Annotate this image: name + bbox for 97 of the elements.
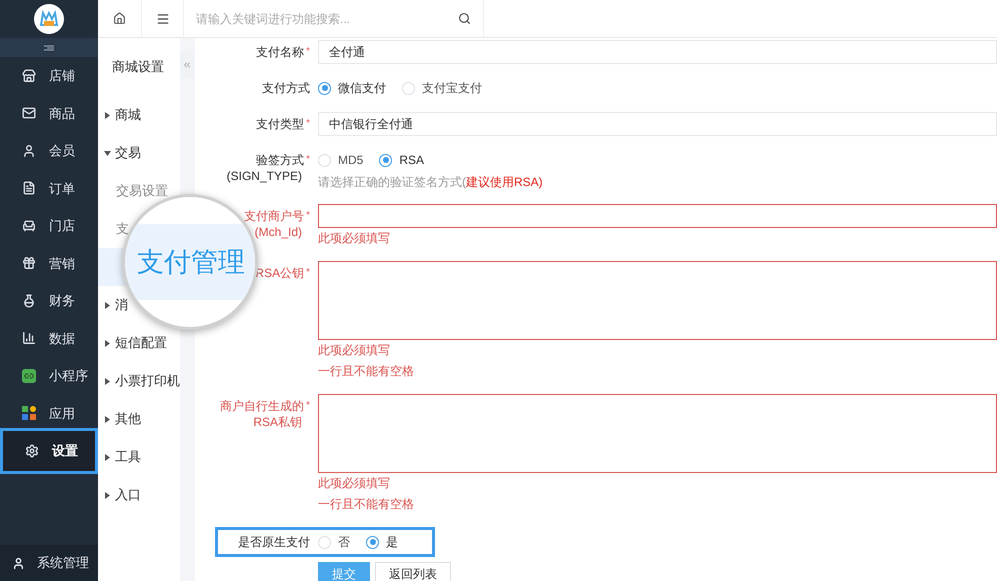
- caret-right-icon: [104, 112, 111, 118]
- sidebar-item[interactable]: 财务: [0, 282, 98, 320]
- submenu-title: 商城设置: [112, 58, 164, 76]
- back-button[interactable]: 返回列表: [375, 562, 451, 581]
- radio-label: MD5: [338, 152, 364, 169]
- sidebar-label: 商品: [49, 104, 75, 122]
- logo-icon: [34, 4, 64, 34]
- sidebar-label: 门店: [49, 217, 75, 235]
- sidebar-item[interactable]: 门店: [0, 207, 98, 244]
- sidebar-label: 小程序: [49, 367, 88, 385]
- caret-down-icon: [104, 150, 111, 156]
- error-message: 此项必须填写: [318, 475, 391, 492]
- required-mark: *: [306, 399, 310, 413]
- armchair-icon: [22, 218, 36, 233]
- sidebar-label: 设置: [52, 442, 78, 460]
- radio-label: 是: [386, 534, 398, 551]
- submenu-group[interactable]: 小票打印机: [98, 362, 180, 400]
- radio-button[interactable]: [366, 536, 379, 548]
- field-label: 是否原生支付: [237, 534, 310, 551]
- sidebar-item[interactable]: 店铺: [0, 57, 98, 94]
- caret-right-icon: [104, 416, 111, 422]
- sidebar-label: 财务: [49, 292, 75, 310]
- mail-icon: [22, 106, 36, 120]
- search-icon: [458, 12, 471, 25]
- caret-right-icon: [104, 302, 111, 308]
- footer-bar[interactable]: 系统管理: [0, 545, 98, 581]
- menu-icon: [156, 12, 170, 26]
- caret-right-icon: [104, 492, 111, 498]
- error-message: 此项必须填写: [318, 342, 391, 359]
- user-icon: [12, 556, 25, 570]
- caret-right-icon: [104, 378, 111, 384]
- highlight-frame[interactable]: 设置: [0, 428, 98, 474]
- radio-label: 否: [338, 534, 350, 551]
- field-label: 支付商户号: [244, 208, 304, 224]
- user-icon: [22, 144, 36, 158]
- flask-icon: [22, 294, 36, 308]
- grid-icon: [22, 406, 36, 420]
- sidebar-label: 订单: [49, 180, 75, 198]
- error-message: 一行且不能有空格: [318, 496, 415, 513]
- caret-right-icon: [104, 340, 111, 346]
- gift-icon: [22, 256, 36, 270]
- field-label: RSA公钥: [255, 265, 304, 281]
- field-label: 商户自行生成的: [220, 398, 304, 414]
- magnified-text: 支付管理: [137, 246, 245, 279]
- required-mark: *: [306, 266, 310, 280]
- sidebar-item[interactable]: 会员: [0, 132, 98, 170]
- settings-icon: [25, 444, 39, 458]
- submenu-group[interactable]: 消: [98, 286, 180, 324]
- collapse-icon: [44, 44, 54, 50]
- sidebar-label: 数据: [49, 330, 75, 348]
- radio-label: RSA: [399, 152, 424, 169]
- sidebar-item[interactable]: 商品: [0, 94, 98, 132]
- store-icon: [22, 68, 36, 83]
- submenu-group[interactable]: 交易: [98, 134, 180, 172]
- error-message: 一行且不能有空格: [318, 363, 415, 380]
- required-mark: *: [306, 153, 310, 167]
- text-field[interactable]: 中信银行全付通: [318, 112, 997, 136]
- submenu-group[interactable]: 其他: [98, 400, 180, 438]
- text-area[interactable]: [318, 261, 997, 340]
- caret-right-icon: [104, 454, 111, 460]
- sidebar-item[interactable]: 数据: [0, 320, 98, 357]
- sidebar-item[interactable]: 小程序: [0, 357, 98, 394]
- submenu-group[interactable]: 商城: [98, 96, 180, 134]
- link-icon: [22, 368, 36, 383]
- text-field[interactable]: 全付通: [318, 40, 997, 64]
- sidebar-label: 店铺: [49, 67, 75, 85]
- submenu-group[interactable]: 短信配置: [98, 324, 180, 362]
- text-area[interactable]: [318, 394, 997, 473]
- required-mark: *: [306, 45, 310, 59]
- submenu-group[interactable]: 工具: [98, 438, 180, 476]
- field-label: 支付名称: [256, 44, 304, 60]
- field-label: 验签方式: [256, 152, 304, 168]
- submenu-group[interactable]: 入口: [98, 476, 180, 514]
- field-sublabel: RSA私钥: [253, 414, 302, 430]
- home-icon: [113, 12, 126, 25]
- field-sublabel: (Mch_Id): [254, 224, 302, 240]
- required-mark: *: [306, 117, 310, 131]
- radio-button[interactable]: [318, 82, 331, 94]
- sidebar-item[interactable]: 营销: [0, 244, 98, 282]
- sidebar-item[interactable]: 订单: [0, 170, 98, 207]
- field-label: 支付方式: [262, 80, 310, 96]
- field-sublabel: (SIGN_TYPE): [226, 168, 302, 184]
- required-mark: *: [306, 209, 310, 223]
- document-icon: [22, 181, 36, 196]
- footer-label: 系统管理: [37, 554, 89, 572]
- radio-button[interactable]: [379, 154, 392, 166]
- bar-chart-icon: [22, 331, 36, 346]
- field-label: 支付类型: [256, 116, 304, 132]
- radio-label: 微信支付: [338, 80, 386, 97]
- sidebar-label: 应用: [49, 404, 75, 422]
- text-field[interactable]: [318, 204, 997, 228]
- sidebar-label: 营销: [49, 254, 75, 272]
- hint-text: 请选择正确的验证签名方式(建议使用RSA): [318, 174, 544, 191]
- double-chevron-icon: [182, 60, 192, 70]
- sidebar-label: 会员: [49, 142, 75, 160]
- radio-label: 支付宝支付: [422, 80, 482, 97]
- error-message: 此项必须填写: [318, 230, 391, 247]
